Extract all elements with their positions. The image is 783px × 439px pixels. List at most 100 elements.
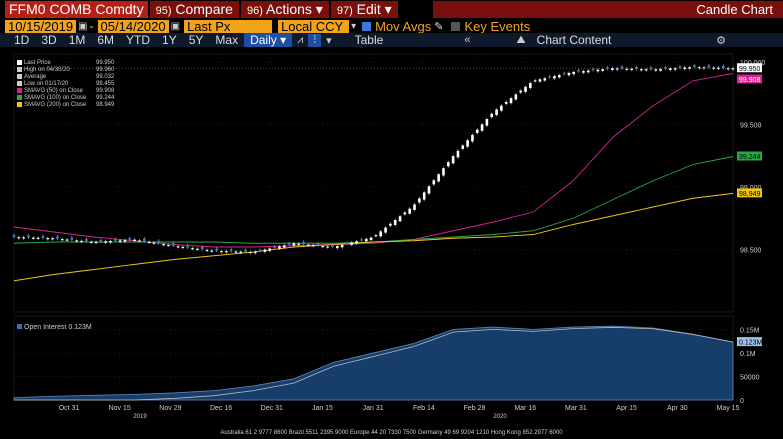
start-date-field[interactable]: 10/15/2019 [5, 19, 77, 33]
table-button[interactable]: Table [349, 33, 390, 47]
collapse-icon[interactable]: « [459, 34, 475, 46]
candle-body [331, 244, 334, 247]
candle-body [191, 248, 194, 250]
period-max[interactable]: Max [209, 33, 244, 47]
period-5y[interactable]: 5Y [183, 33, 210, 47]
edit-button[interactable]: 97) Edit ▾ [330, 1, 398, 18]
candle-body [524, 86, 527, 92]
period-3d[interactable]: 3D [35, 33, 62, 47]
period-1d[interactable]: 1D [8, 33, 35, 47]
candle-body [393, 220, 397, 226]
candle-body [114, 239, 117, 241]
candle-body [485, 119, 489, 126]
candle-body [51, 238, 54, 240]
candle-body [60, 239, 64, 241]
candle-body [152, 242, 156, 244]
candle-body [225, 251, 228, 253]
candle-body [519, 90, 522, 93]
candle-body [128, 238, 132, 240]
calendar-icon[interactable]: ▣ [78, 21, 87, 32]
year-label: 2020 [493, 414, 507, 420]
candle-body [249, 251, 252, 254]
legend-label: SMAVG (50) on Close [24, 88, 83, 94]
candle-body [577, 70, 580, 72]
period-6m[interactable]: 6M [91, 33, 120, 47]
oi-tick-label: 0.1M [740, 351, 756, 358]
candle-body [384, 227, 387, 233]
candle-body [422, 192, 426, 200]
candle-body [427, 186, 431, 194]
compare-button[interactable]: 95) Compare [149, 1, 239, 18]
end-date-field[interactable]: 05/14/2020 [97, 19, 169, 33]
candle-body [543, 78, 547, 81]
candle-body [475, 129, 479, 134]
mov-avgs-checkbox[interactable] [362, 21, 372, 31]
candle-body [258, 249, 262, 251]
candle-body [553, 76, 556, 79]
period-1y[interactable]: 1Y [156, 33, 183, 47]
actions-button[interactable]: 96) Actions ▾ [240, 1, 329, 18]
period-1m[interactable]: 1M [63, 33, 92, 47]
gear-icon[interactable]: ⚙ [711, 34, 731, 47]
x-tick-label: Jan 15 [312, 405, 333, 412]
candle-body [326, 246, 329, 248]
candle-body [461, 145, 465, 149]
legend-swatch [17, 67, 22, 72]
x-tick-label: May 15 [717, 405, 740, 412]
x-tick-label: Apr 15 [616, 405, 637, 412]
candle-body [215, 248, 218, 251]
candle-body [12, 235, 16, 237]
chevron-down-icon[interactable]: ▾ [351, 21, 356, 32]
candle-body [557, 75, 561, 78]
candle-chart[interactable]: 100.00099.50099.00098.5000.15M0.1M500000… [0, 47, 783, 439]
candle-body [611, 68, 614, 71]
period-ytd[interactable]: YTD [120, 33, 156, 47]
pencil-icon[interactable]: ✎ [434, 20, 443, 33]
candle-body [364, 238, 368, 242]
chart-content-button[interactable]: Chart Content [531, 33, 618, 47]
candle-body [17, 237, 21, 239]
candle-body [297, 243, 301, 245]
candle-body [567, 72, 571, 76]
legend-value: 98.455 [96, 81, 115, 87]
candle-chart-icon[interactable]: ⫶ [308, 33, 322, 47]
x-tick-label: Mar 16 [514, 405, 536, 412]
chart-title: Candle Chart [433, 1, 783, 18]
currency-select[interactable]: Local CCY [278, 19, 350, 33]
price-tick-label: 99.500 [740, 123, 762, 130]
candle-body [403, 212, 407, 215]
candle-body [99, 239, 103, 242]
candle-body [70, 237, 74, 240]
candle-body [282, 245, 286, 248]
candle-body [253, 251, 257, 254]
key-events-checkbox[interactable] [451, 21, 461, 31]
open-interest-legend: Open Interest 0.123M [17, 324, 92, 331]
mov-avgs-label: Mov Avgs [375, 18, 432, 34]
candle-body [340, 244, 344, 248]
candle-body [355, 241, 358, 244]
calendar-icon[interactable]: ▣ [171, 21, 180, 32]
field-select[interactable]: Last Px [184, 19, 273, 33]
legend-value: 99.950 [96, 60, 115, 66]
candle-body [722, 65, 725, 68]
frequency-select[interactable]: Daily ▾ [244, 33, 293, 47]
key-events-label: Key Events [464, 18, 531, 34]
chevron-down-icon[interactable]: ▾ [321, 34, 337, 47]
chart-content-icon[interactable]: ⛰ [511, 34, 530, 47]
candle-body [615, 68, 619, 70]
legend-label: Average [24, 74, 47, 80]
ticker-command[interactable]: FFM0 COMB Comdty [5, 1, 148, 18]
candle-body [678, 66, 682, 68]
candle-body [41, 235, 45, 238]
candle-body [268, 248, 272, 251]
candle-body [504, 101, 508, 104]
price-panel [13, 53, 734, 313]
candle-body [596, 69, 600, 72]
candle-body [104, 241, 107, 243]
candle-body [398, 216, 402, 222]
oi-axis-label: 0.123M [739, 340, 763, 347]
legend-entry: Average 99.032 [17, 74, 114, 81]
candle-body [200, 246, 204, 250]
legend-entry: SMAVG (50) on Close 99.908 [17, 88, 114, 95]
line-chart-icon[interactable]: ⩘ [292, 34, 308, 47]
